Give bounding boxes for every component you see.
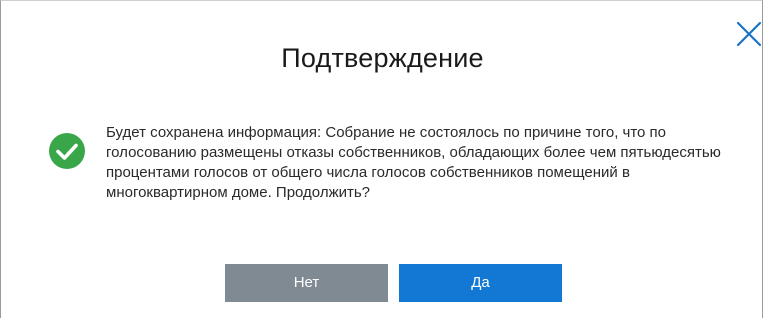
dialog-title: Подтверждение <box>281 43 484 73</box>
check-circle-icon <box>49 133 85 169</box>
no-button[interactable]: Нет <box>225 264 388 302</box>
yes-button[interactable]: Да <box>399 264 562 302</box>
confirmation-dialog: Подтверждение Будет сохранена информация… <box>0 0 763 318</box>
dialog-message: Будет сохранена информация: Собрание не … <box>106 124 721 201</box>
